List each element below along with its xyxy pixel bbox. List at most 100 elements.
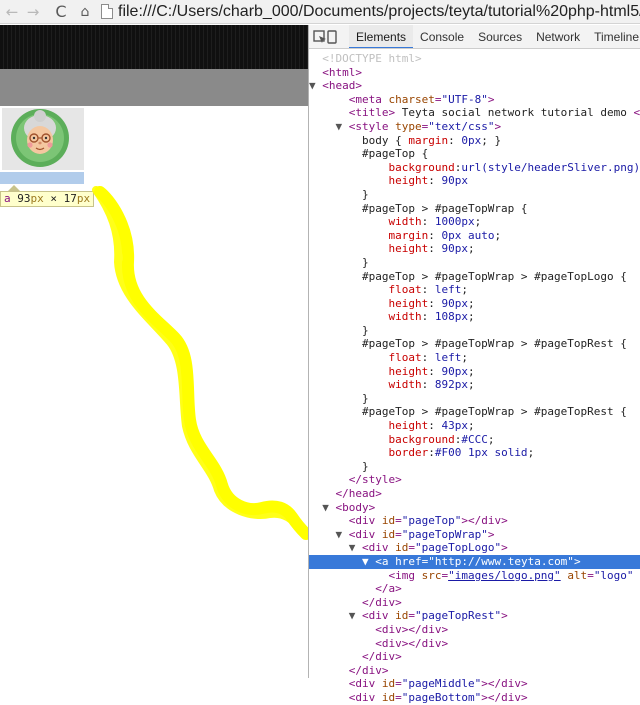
dom-tree-line[interactable]: height: 90px; <box>309 297 640 311</box>
url-text[interactable]: file:///C:/Users/charb_000/Documents/pro… <box>118 3 640 21</box>
dom-tree-line[interactable]: width: 892px; <box>309 378 640 392</box>
dom-tree-line[interactable]: ▼ <body> <box>309 501 640 515</box>
dom-token: </style> <box>309 473 402 487</box>
dom-tree-line[interactable]: <div id="pageBottom"></div> <box>309 691 640 705</box>
dom-token: <div <box>361 609 396 623</box>
dom-tree-line[interactable]: body { margin: 0px; } <box>309 134 640 148</box>
dom-tree-line[interactable]: ▼ <a href="http://www.teyta.com"> <box>309 554 640 569</box>
tab-elements[interactable]: Elements <box>349 25 414 48</box>
dom-token: alt <box>567 568 588 582</box>
dom-tree-line[interactable]: <div id="pageMiddle"></div> <box>309 677 640 691</box>
dom-token: : <box>421 310 435 324</box>
dom-token: charset <box>388 92 435 106</box>
dom-token: ; } <box>481 133 502 147</box>
dom-tree-line[interactable]: border:#F00 1px solid; <box>309 446 640 460</box>
dom-token: <div <box>348 527 382 541</box>
tab-timeline[interactable]: Timeline <box>587 25 640 48</box>
dom-tree-line[interactable]: </div> <box>309 664 640 678</box>
tab-sources[interactable]: Sources <box>471 25 529 48</box>
dom-tree-line[interactable]: background:#CCC; <box>309 433 640 447</box>
dom-token: height <box>309 364 429 378</box>
address-bar[interactable]: file:///C:/Users/charb_000/Documents/pro… <box>101 3 640 21</box>
dom-tree-line[interactable]: <div></div> <box>309 623 640 637</box>
dom-token: : <box>428 174 442 188</box>
dom-tree-line[interactable]: #pageTop > #pageTopWrap > #pageTopLogo { <box>309 270 640 284</box>
device-mode-icon[interactable] <box>327 26 337 48</box>
dom-tree-line[interactable]: #pageTop > #pageTopWrap > #pageTopRest { <box>309 337 640 351</box>
dom-tree-line[interactable]: </a> <box>309 582 640 596</box>
page-top-header <box>0 25 308 69</box>
dom-tree-line[interactable]: <title> Teyta social network tutorial de… <box>309 106 640 120</box>
dom-tree-line[interactable]: #pageTop > #pageTopWrap > #pageTopRest { <box>309 405 640 419</box>
dom-tree-line[interactable]: width: 108px; <box>309 310 640 324</box>
dom-token: id <box>381 527 396 541</box>
dom-token: ; <box>467 364 475 378</box>
home-icon[interactable]: ⌂ <box>75 2 95 22</box>
dom-token: type <box>395 119 422 133</box>
dom-token: = <box>395 690 402 704</box>
dom-token[interactable]: "images/logo.png" <box>448 569 561 582</box>
tab-console[interactable]: Console <box>413 25 471 48</box>
dom-tree-line[interactable]: <div></div> <box>309 637 640 651</box>
dom-tree-line[interactable]: <div id="pageTop"></div> <box>309 514 640 528</box>
dom-tree-line[interactable]: ▼ <div id="pageTopLogo"> <box>309 541 640 555</box>
dom-token: 90px <box>441 296 468 310</box>
dom-token: 108px <box>434 310 468 324</box>
reload-icon[interactable]: C <box>51 2 71 22</box>
dom-token: "pageTopWrap" <box>401 527 488 541</box>
dom-tree-line[interactable]: ▼ <div id="pageTopWrap"> <box>309 528 640 542</box>
dom-tree-line[interactable]: height: 90px; <box>309 242 640 256</box>
dom-token: "pageMiddle" <box>401 677 482 691</box>
dom-tree-line[interactable]: #pageTop { <box>309 147 640 161</box>
element-size-tooltip: a 93px × 17px <box>0 191 95 207</box>
dom-tree-line[interactable]: <html> <box>309 66 640 80</box>
dom-token: : <box>421 351 435 365</box>
dom-tree-line[interactable]: </div> <box>309 650 640 664</box>
disclosure-triangle-icon[interactable]: ▼ <box>309 120 349 133</box>
disclosure-triangle-icon[interactable]: ▼ <box>309 541 362 554</box>
dom-token: 0px <box>461 133 482 147</box>
forward-arrow-icon[interactable]: → <box>23 2 43 22</box>
dom-tree-line[interactable]: height: 90px; <box>309 365 640 379</box>
logo-link[interactable] <box>2 108 84 170</box>
dom-tree-line[interactable]: } <box>309 392 640 406</box>
dom-tree-line[interactable]: height: 90px <box>309 174 640 188</box>
dom-tree-line[interactable]: <!DOCTYPE html> <box>309 52 640 66</box>
dom-tree-line[interactable]: </div> <box>309 596 640 610</box>
dom-tree-line[interactable]: } <box>309 460 640 474</box>
dom-tree-line[interactable]: </style> <box>309 473 640 487</box>
dom-tree-line[interactable]: float: left; <box>309 283 640 297</box>
dom-tree-line[interactable]: background:url(style/headerSliver.png) r… <box>309 161 640 175</box>
dom-token: = <box>408 541 415 555</box>
disclosure-triangle-icon[interactable]: ▼ <box>309 501 336 514</box>
tab-network[interactable]: Network <box>529 25 587 48</box>
dom-tree-line[interactable]: margin: 0px auto; <box>309 229 640 243</box>
disclosure-triangle-icon[interactable]: ▼ <box>309 528 349 541</box>
disclosure-triangle-icon[interactable]: ▼ <box>309 555 375 568</box>
dom-tree-line[interactable]: ▼ <head> <box>309 79 640 93</box>
dom-token: Teyta social network tutorial demo <box>395 106 634 120</box>
dom-tree-line[interactable]: ▼ <style type="text/css"> <box>309 120 640 134</box>
dom-tree-line[interactable]: height: 43px; <box>309 419 640 433</box>
dom-tree-line[interactable]: <img src="images/logo.png" alt="logo" ti… <box>309 569 640 583</box>
disclosure-triangle-icon[interactable]: ▼ <box>309 609 362 622</box>
back-arrow-icon[interactable]: ← <box>2 2 22 22</box>
dom-token: > <box>494 119 502 133</box>
dom-token: : <box>421 378 435 392</box>
dom-token: margin <box>408 133 449 147</box>
dom-tree-line[interactable]: </head> <box>309 487 640 501</box>
dom-tree-line[interactable]: } <box>309 324 640 338</box>
inspect-element-icon[interactable] <box>313 26 327 48</box>
dom-tree-line[interactable]: <meta charset="UTF-8"> <box>309 93 640 107</box>
dom-tree-line[interactable]: width: 1000px; <box>309 215 640 229</box>
dom-tree-line[interactable]: ▼ <div id="pageTopRest"> <box>309 609 640 623</box>
dom-token: #F00 1px solid <box>434 446 528 460</box>
dom-tree-line[interactable]: } <box>309 256 640 270</box>
dom-token: 90px <box>441 242 468 256</box>
dom-tree-line[interactable]: float: left; <box>309 351 640 365</box>
dom-tree-line[interactable]: } <box>309 188 640 202</box>
dom-tree-line[interactable]: #pageTop > #pageTopWrap { <box>309 202 640 216</box>
disclosure-triangle-icon[interactable]: ▼ <box>309 79 322 92</box>
dom-token: float <box>309 351 422 365</box>
dom-token: </a> <box>309 582 402 596</box>
